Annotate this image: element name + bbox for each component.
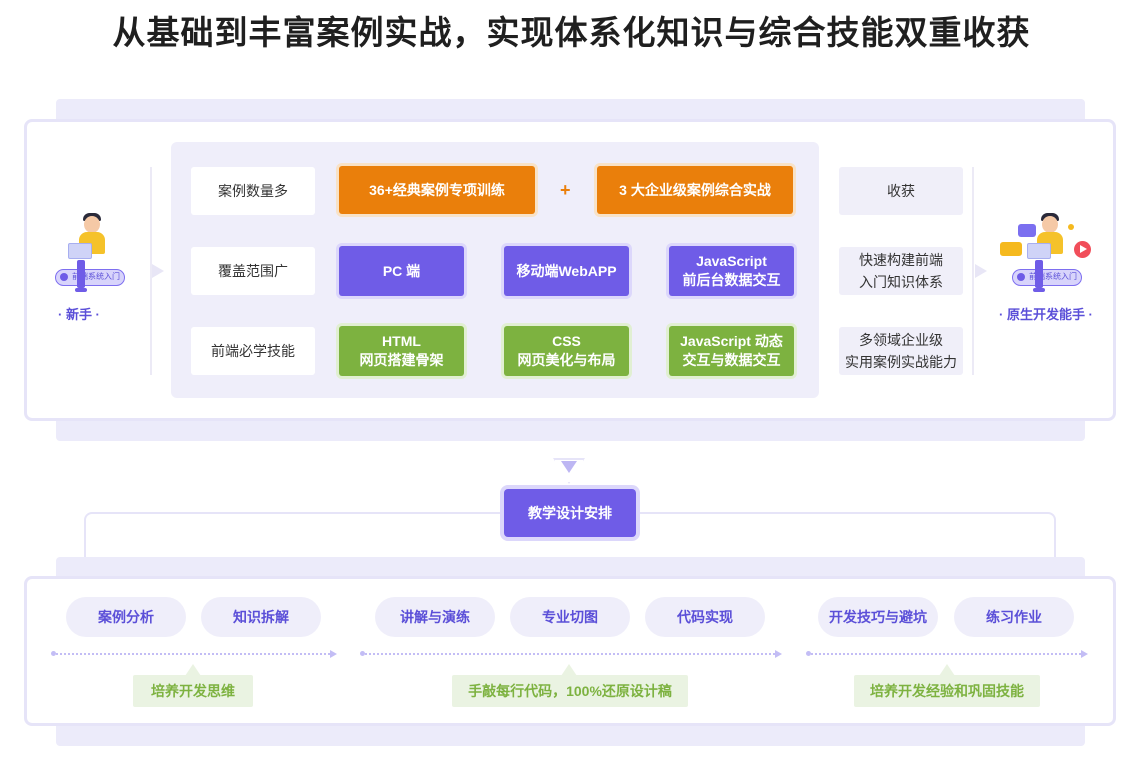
box-line: 网页美化与布局 bbox=[517, 352, 616, 368]
phase-item-homework: 练习作业 bbox=[954, 597, 1074, 637]
row-label-case-count: 案例数量多 bbox=[191, 167, 315, 215]
box-line: JavaScript bbox=[696, 253, 767, 269]
course-pill: 前端系统入门 bbox=[1012, 269, 1082, 286]
box-mobile-webapp: 移动端WebAPP bbox=[504, 246, 629, 296]
box-html: HTML 网页搭建骨架 bbox=[339, 326, 464, 376]
result-line: 收获 bbox=[887, 183, 915, 199]
expert-label: · 原生开发能手 · bbox=[999, 307, 1093, 322]
result-line: 多领域企业级 bbox=[859, 332, 943, 348]
phase-item-coding: 代码实现 bbox=[645, 597, 765, 637]
box-line: 移动端WebAPP bbox=[516, 262, 617, 279]
phase-item-slicing: 专业切图 bbox=[510, 597, 630, 637]
box-line: PC 端 bbox=[382, 262, 421, 279]
laptop-icon bbox=[68, 243, 92, 259]
expert-illustration: 前端系统入门 bbox=[1000, 210, 1100, 300]
message-icon bbox=[1000, 242, 1022, 256]
row-label-coverage: 覆盖范围广 bbox=[191, 247, 315, 295]
right-divider bbox=[972, 167, 974, 375]
outcome-hand-code: 手敲每行代码，100%还原设计稿 bbox=[452, 675, 688, 707]
box-css: CSS 网页美化与布局 bbox=[504, 326, 629, 376]
box-line: HTML bbox=[382, 333, 421, 349]
box-line: 前后台数据交互 bbox=[682, 272, 781, 288]
result-line: 入门知识体系 bbox=[859, 274, 943, 290]
result-knowledge-system: 快速构建前端 入门知识体系 bbox=[839, 247, 963, 295]
course-pill: 前端系统入门 bbox=[55, 269, 125, 286]
timeline-arrow-icon bbox=[775, 650, 782, 658]
page-title: 从基础到丰富案例实战，实现体系化知识与综合技能双重收获 bbox=[112, 14, 1031, 51]
phase-item-knowledge-breakdown: 知识拆解 bbox=[201, 597, 321, 637]
result-line: 快速构建前端 bbox=[859, 252, 943, 268]
box-javascript-data: JavaScript 前后台数据交互 bbox=[669, 246, 794, 296]
box-line: CSS bbox=[552, 333, 581, 349]
play-icon bbox=[1074, 241, 1091, 258]
timeline-arrow-icon bbox=[1081, 650, 1088, 658]
box-classic-cases: 36+经典案例专项训练 bbox=[339, 166, 535, 214]
result-enterprise-ability: 多领域企业级 实用案例实战能力 bbox=[839, 327, 963, 375]
chat-bubble-icon bbox=[1018, 224, 1036, 237]
timeline-arrow-icon bbox=[330, 650, 337, 658]
timeline-line bbox=[365, 653, 775, 655]
phase-item-case-analysis: 案例分析 bbox=[66, 597, 186, 637]
result-line: 实用案例实战能力 bbox=[845, 354, 957, 370]
box-line: 3 大企业级案例综合实战 bbox=[619, 181, 771, 198]
beginner-illustration: 前端系统入门 bbox=[54, 210, 126, 300]
teaching-design-button: 教学设计安排 bbox=[504, 489, 636, 537]
box-line: 交互与数据交互 bbox=[682, 352, 781, 368]
box-line: 网页搭建骨架 bbox=[359, 352, 444, 368]
down-arrow-icon bbox=[561, 461, 577, 473]
beginner-label: · 新手 · bbox=[58, 307, 100, 322]
sparkle-icon bbox=[1068, 224, 1074, 230]
timeline-line bbox=[56, 653, 330, 655]
timeline-line bbox=[811, 653, 1081, 655]
result-header: 收获 bbox=[839, 167, 963, 215]
box-line: JavaScript 动态 bbox=[680, 333, 783, 349]
phase-item-lecture-practice: 讲解与演练 bbox=[375, 597, 495, 637]
arrow-right-icon bbox=[152, 264, 164, 278]
outcome-dev-thinking: 培养开发思维 bbox=[133, 675, 253, 707]
laptop-icon bbox=[1027, 243, 1051, 259]
box-pc: PC 端 bbox=[339, 246, 464, 296]
arrow-right-icon bbox=[975, 264, 987, 278]
plus-sign: + bbox=[560, 180, 571, 200]
box-javascript-dynamic: JavaScript 动态 交互与数据交互 bbox=[669, 326, 794, 376]
box-line: 36+经典案例专项训练 bbox=[369, 181, 505, 198]
outcome-dev-experience: 培养开发经验和巩固技能 bbox=[854, 675, 1040, 707]
phase-item-dev-tips: 开发技巧与避坑 bbox=[818, 597, 938, 637]
row-label-core-skills: 前端必学技能 bbox=[191, 327, 315, 375]
box-enterprise-cases: 3 大企业级案例综合实战 bbox=[597, 166, 793, 214]
